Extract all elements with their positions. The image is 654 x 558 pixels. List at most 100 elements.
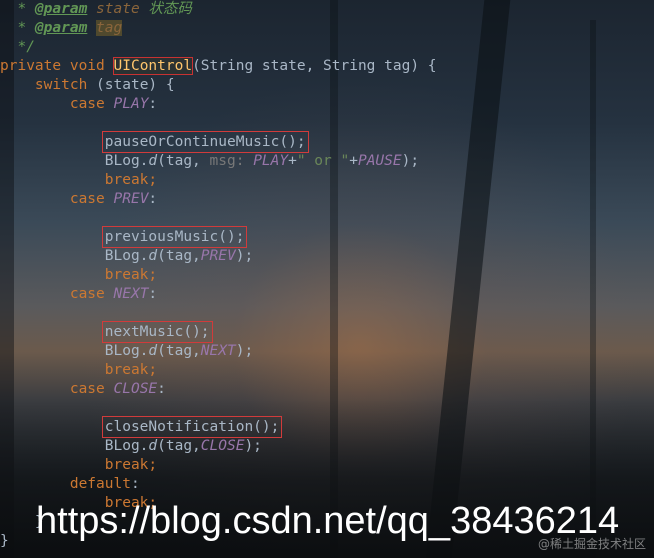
- code-line[interactable]: case CLOSE:: [0, 380, 437, 399]
- code-token: 状态码: [139, 1, 192, 17]
- code-token: case: [69, 96, 114, 112]
- code-token: BLog.: [0, 438, 149, 454]
- code-line[interactable]: case NEXT:: [0, 285, 437, 304]
- code-token: private void: [0, 58, 114, 74]
- code-token: case: [69, 286, 114, 302]
- code-line[interactable]: break;: [0, 456, 437, 475]
- code-editor[interactable]: * @param state 状态码 * @param tag */ privat…: [0, 0, 654, 558]
- code-line[interactable]: default:: [0, 475, 437, 494]
- code-token: break;: [104, 362, 158, 378]
- code-token: default: [69, 476, 131, 492]
- code-token: BLog.: [0, 343, 149, 359]
- code-line[interactable]: BLog.d(tag,CLOSE);: [0, 437, 437, 456]
- code-token: break;: [104, 267, 158, 283]
- code-token: PLAY: [253, 153, 289, 169]
- code-token: );: [244, 438, 262, 454]
- code-token: switch: [34, 77, 88, 93]
- code-token: */: [0, 39, 35, 55]
- code-token: " or ": [296, 153, 350, 169]
- code-token: );: [401, 153, 420, 169]
- code-token: NEXT: [113, 286, 149, 302]
- code-token: *: [0, 1, 35, 17]
- code-token: PREV: [200, 248, 236, 264]
- code-token: );: [235, 343, 254, 359]
- code-line[interactable]: * @param state 状态码: [0, 0, 437, 19]
- code-token: :: [148, 191, 158, 207]
- code-token: (state) {: [87, 77, 175, 93]
- code-token: break;: [104, 172, 158, 188]
- code-token: (tag,: [157, 438, 201, 454]
- code-line[interactable]: nextMusic();: [0, 321, 437, 343]
- code-token: }: [0, 533, 9, 549]
- code-token: PREV: [113, 191, 149, 207]
- code-area[interactable]: * @param state 状态码 * @param tag */ privat…: [0, 0, 437, 551]
- code-line[interactable]: break;: [0, 171, 437, 190]
- credit-watermark: @稀土掘金技术社区: [537, 537, 646, 551]
- code-token: tag: [96, 20, 123, 36]
- code-line[interactable]: [0, 209, 437, 228]
- code-line[interactable]: BLog.d(tag, msg: PLAY+" or "+PAUSE);: [0, 152, 437, 171]
- code-token: (tag,: [157, 248, 201, 264]
- code-token: case: [69, 191, 114, 207]
- code-token: break;: [104, 457, 158, 473]
- code-token: :: [148, 286, 158, 302]
- code-line[interactable]: previousMusic();: [0, 226, 437, 248]
- code-token: d: [148, 248, 158, 264]
- highlighted-call: closeNotification();: [101, 416, 283, 438]
- code-token: :: [157, 381, 166, 397]
- code-line[interactable]: BLog.d(tag,NEXT);: [0, 342, 437, 361]
- code-line[interactable]: break;: [0, 266, 437, 285]
- code-token: (tag,: [157, 343, 201, 359]
- code-line[interactable]: case PLAY:: [0, 95, 437, 114]
- code-token: PLAY: [113, 96, 149, 112]
- code-token: +: [349, 153, 358, 169]
- code-token: case: [69, 381, 114, 397]
- code-token: (tag,: [157, 153, 210, 169]
- code-token: (String state, String tag) {: [192, 58, 437, 74]
- highlighted-call: nextMusic();: [101, 321, 213, 343]
- code-token: :: [130, 476, 140, 492]
- code-token: UIControl: [113, 58, 193, 74]
- code-line[interactable]: break;: [0, 361, 437, 380]
- code-line[interactable]: pauseOrContinueMusic();: [0, 131, 437, 153]
- code-token: *: [0, 20, 35, 36]
- code-line[interactable]: private void UIControl(String state, Str…: [0, 57, 437, 76]
- code-token: @param: [34, 1, 88, 17]
- code-token: :: [148, 96, 158, 112]
- code-line[interactable]: * @param tag: [0, 19, 437, 38]
- code-token: BLog.: [0, 153, 149, 169]
- code-token: +: [288, 153, 297, 169]
- code-token: PAUSE: [357, 153, 402, 169]
- code-token: @param: [34, 20, 88, 36]
- code-line[interactable]: switch (state) {: [0, 76, 437, 95]
- code-line[interactable]: [0, 304, 437, 323]
- code-token: d: [148, 153, 158, 169]
- code-token: BLog.: [0, 248, 149, 264]
- code-token: CLOSE: [113, 381, 158, 397]
- code-token: d: [148, 438, 158, 454]
- code-token: NEXT: [200, 343, 236, 359]
- code-line[interactable]: closeNotification();: [0, 416, 437, 438]
- code-line[interactable]: */: [0, 38, 437, 57]
- code-line[interactable]: BLog.d(tag,PREV);: [0, 247, 437, 266]
- code-token: d: [148, 343, 158, 359]
- code-line[interactable]: [0, 114, 437, 133]
- code-line[interactable]: [0, 399, 437, 418]
- code-token: msg:: [209, 153, 254, 169]
- code-line[interactable]: case PREV:: [0, 190, 437, 209]
